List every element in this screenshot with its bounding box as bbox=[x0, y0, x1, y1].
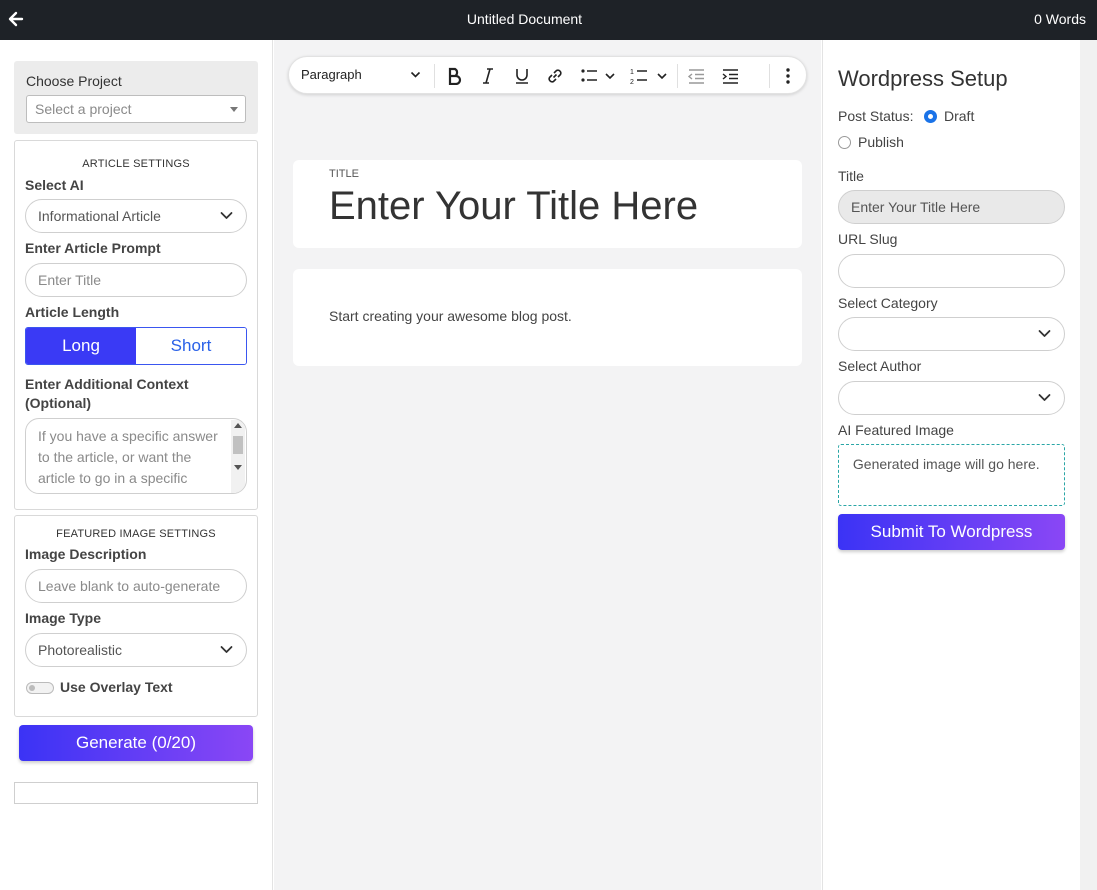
choose-project-section: Choose Project Select a project bbox=[14, 61, 258, 134]
article-settings-panel: ARTICLE SETTINGS Select AI Informational… bbox=[14, 140, 258, 510]
project-select-placeholder: Select a project bbox=[35, 101, 132, 117]
wordpress-setup-panel: Wordpress Setup Post Status: Draft Publi… bbox=[822, 40, 1080, 890]
outdent-icon[interactable] bbox=[687, 67, 705, 85]
left-sidebar: Choose Project Select a project ARTICLE … bbox=[0, 40, 273, 890]
link-icon[interactable] bbox=[546, 67, 564, 85]
title-placeholder[interactable]: Enter Your Title Here bbox=[329, 184, 698, 229]
additional-context-label: Enter Additional Context (Optional) bbox=[25, 376, 189, 411]
radio-publish[interactable] bbox=[838, 136, 851, 149]
bullet-list-icon[interactable] bbox=[580, 67, 618, 85]
editor-area: Paragraph 12 TITLE Enter Your Title Here… bbox=[274, 40, 821, 890]
toggle-knob bbox=[29, 685, 35, 691]
more-vertical-icon[interactable] bbox=[785, 67, 791, 85]
image-description-label: Image Description bbox=[25, 546, 147, 562]
toolbar-separator bbox=[434, 64, 435, 88]
length-short-option[interactable]: Short bbox=[136, 328, 246, 364]
toolbar-separator bbox=[769, 64, 770, 88]
overlay-text-toggle[interactable] bbox=[26, 682, 54, 694]
wp-title-label: Title bbox=[838, 168, 864, 184]
choose-project-label: Choose Project bbox=[26, 73, 122, 89]
url-slug-label: URL Slug bbox=[838, 231, 898, 247]
featured-image-settings-panel: FEATURED IMAGE SETTINGS Image Descriptio… bbox=[14, 515, 258, 717]
url-slug-input[interactable] bbox=[838, 254, 1065, 288]
chevron-down-icon bbox=[1038, 330, 1051, 337]
article-prompt-input[interactable]: Enter Title bbox=[25, 263, 247, 297]
textarea-scrollbar[interactable] bbox=[231, 420, 245, 493]
additional-context-textarea[interactable]: If you have a specific answer to the art… bbox=[25, 418, 247, 494]
project-select[interactable]: Select a project bbox=[26, 95, 246, 123]
word-count: 0 Words bbox=[1034, 11, 1086, 27]
chevron-down-icon bbox=[220, 212, 233, 219]
featured-image-alt: Generated image will go here. bbox=[852, 456, 1040, 472]
select-ai-dropdown[interactable]: Informational Article bbox=[25, 199, 247, 233]
category-label: Select Category bbox=[838, 295, 938, 311]
image-type-value: Photorealistic bbox=[38, 642, 123, 658]
select-ai-value: Informational Article bbox=[38, 208, 161, 224]
author-select[interactable] bbox=[838, 381, 1065, 415]
body-placeholder[interactable]: Start creating your awesome blog post. bbox=[329, 308, 572, 324]
chevron-down-icon bbox=[220, 646, 233, 653]
numbered-list-icon[interactable]: 12 bbox=[630, 67, 670, 85]
bold-icon[interactable] bbox=[446, 67, 462, 85]
featured-image-box: Generated image will go here. bbox=[838, 444, 1065, 506]
radio-draft[interactable] bbox=[924, 110, 937, 123]
scroll-up-icon[interactable] bbox=[234, 423, 242, 428]
image-type-dropdown[interactable]: Photorealistic bbox=[25, 633, 247, 667]
article-prompt-placeholder: Enter Title bbox=[38, 272, 102, 288]
wp-title-placeholder: Enter Your Title Here bbox=[851, 199, 981, 215]
article-length-label: Article Length bbox=[25, 304, 120, 320]
indent-icon[interactable] bbox=[721, 67, 739, 85]
title-card[interactable]: TITLE Enter Your Title Here bbox=[293, 160, 802, 248]
post-status-label: Post Status: bbox=[838, 108, 914, 124]
submit-to-wordpress-button[interactable]: Submit To Wordpress bbox=[838, 514, 1065, 550]
svg-text:1: 1 bbox=[630, 69, 634, 76]
scroll-down-icon[interactable] bbox=[234, 465, 242, 470]
output-box bbox=[14, 782, 258, 804]
image-type-label: Image Type bbox=[25, 610, 101, 626]
underline-icon[interactable] bbox=[514, 67, 530, 85]
image-description-placeholder: Leave blank to auto-generate bbox=[38, 578, 221, 594]
generate-button[interactable]: Generate (0/20) bbox=[19, 725, 253, 761]
chevron-down-icon bbox=[1038, 394, 1051, 401]
editor-toolbar: Paragraph 12 bbox=[288, 56, 807, 94]
publish-label[interactable]: Publish bbox=[858, 134, 904, 150]
image-description-input[interactable]: Leave blank to auto-generate bbox=[25, 569, 247, 603]
author-label: Select Author bbox=[838, 358, 922, 374]
chevron-down-icon[interactable] bbox=[410, 71, 421, 79]
block-format-value: Paragraph bbox=[301, 67, 362, 82]
draft-label[interactable]: Draft bbox=[944, 108, 974, 124]
italic-icon[interactable] bbox=[481, 67, 495, 85]
svg-text:2: 2 bbox=[630, 79, 634, 85]
top-bar: Untitled Document 0 Words bbox=[0, 0, 1097, 40]
wordpress-heading: Wordpress Setup bbox=[838, 66, 1008, 91]
block-format-select[interactable]: Paragraph bbox=[301, 67, 362, 82]
article-length-toggle: Long Short bbox=[25, 327, 247, 365]
toolbar-separator bbox=[677, 64, 678, 88]
overlay-text-label: Use Overlay Text bbox=[60, 679, 173, 695]
article-settings-heading: ARTICLE SETTINGS bbox=[82, 158, 190, 170]
caret-down-icon bbox=[230, 107, 238, 112]
title-caption: TITLE bbox=[329, 168, 359, 180]
document-title: Untitled Document bbox=[466, 11, 583, 27]
additional-context-placeholder: If you have a specific answer to the art… bbox=[38, 428, 218, 493]
body-card[interactable]: Start creating your awesome blog post. bbox=[293, 269, 802, 366]
article-prompt-label: Enter Article Prompt bbox=[25, 240, 161, 256]
select-ai-label: Select AI bbox=[25, 177, 84, 193]
wp-title-input[interactable]: Enter Your Title Here bbox=[838, 190, 1065, 224]
length-long-option[interactable]: Long bbox=[26, 328, 136, 364]
category-select[interactable] bbox=[838, 317, 1065, 351]
page-scrollbar[interactable] bbox=[1080, 40, 1097, 890]
featured-image-label: AI Featured Image bbox=[838, 422, 954, 438]
scroll-thumb[interactable] bbox=[233, 436, 243, 454]
image-settings-heading: FEATURED IMAGE SETTINGS bbox=[56, 528, 216, 540]
